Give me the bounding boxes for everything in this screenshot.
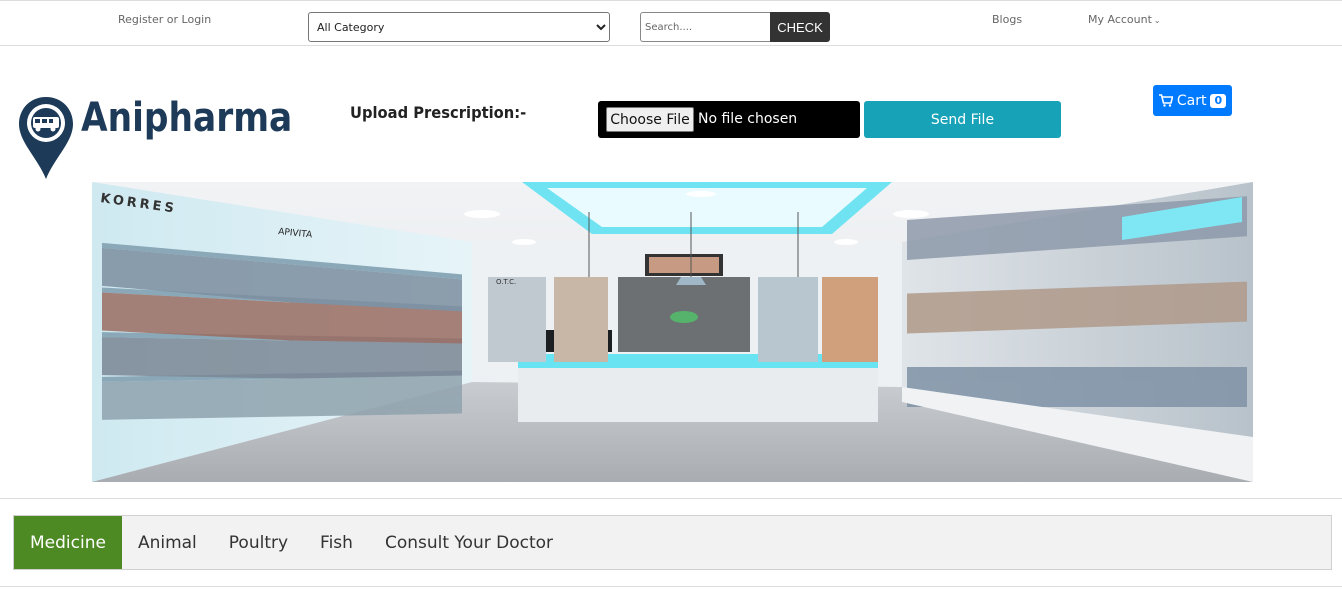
check-button[interactable]: CHECK (770, 12, 830, 42)
main-nav: Medicine Animal Poultry Fish Consult You… (13, 515, 1332, 570)
divider (0, 498, 1342, 499)
pharmacy-banner-image: KORRES APIVITA O.T.C. (92, 182, 1253, 482)
cart-icon (1158, 94, 1173, 107)
file-status: No file chosen (698, 111, 798, 127)
upload-prescription-label: Upload Prescription:- (350, 103, 527, 122)
pharmacy-interior-illustration: KORRES APIVITA O.T.C. (92, 182, 1253, 482)
logo-text: Anipharma (81, 95, 293, 141)
choose-file-button[interactable]: Choose File (606, 107, 694, 132)
blogs-link[interactable]: Blogs (992, 13, 1022, 26)
cart-label: Cart (1176, 92, 1207, 109)
send-file-button[interactable]: Send File (864, 101, 1061, 138)
my-account-link[interactable]: My Account ⌄ (1088, 13, 1161, 26)
cart-count-badge: 0 (1210, 93, 1227, 108)
file-input[interactable]: Choose File No file chosen (598, 101, 860, 138)
chevron-down-icon: ⌄ (1153, 16, 1161, 25)
nav-item-consult-doctor[interactable]: Consult Your Doctor (369, 516, 569, 569)
banner-sign-otc: O.T.C. (496, 278, 516, 286)
logo[interactable]: Anipharma (17, 95, 292, 181)
location-pin-icon (19, 97, 73, 179)
category-select[interactable]: All Category (308, 12, 610, 42)
nav-item-poultry[interactable]: Poultry (213, 516, 304, 569)
my-account-label: My Account (1088, 13, 1152, 26)
register-login-link[interactable]: Register or Login (118, 13, 211, 26)
search-input[interactable] (640, 12, 771, 42)
divider (0, 586, 1342, 587)
cart-button[interactable]: Cart 0 (1153, 85, 1232, 116)
nav-item-animal[interactable]: Animal (122, 516, 213, 569)
top-bar: Register or Login All Category CHECK Blo… (0, 0, 1342, 46)
nav-item-fish[interactable]: Fish (304, 516, 369, 569)
nav-item-medicine[interactable]: Medicine (14, 516, 122, 569)
